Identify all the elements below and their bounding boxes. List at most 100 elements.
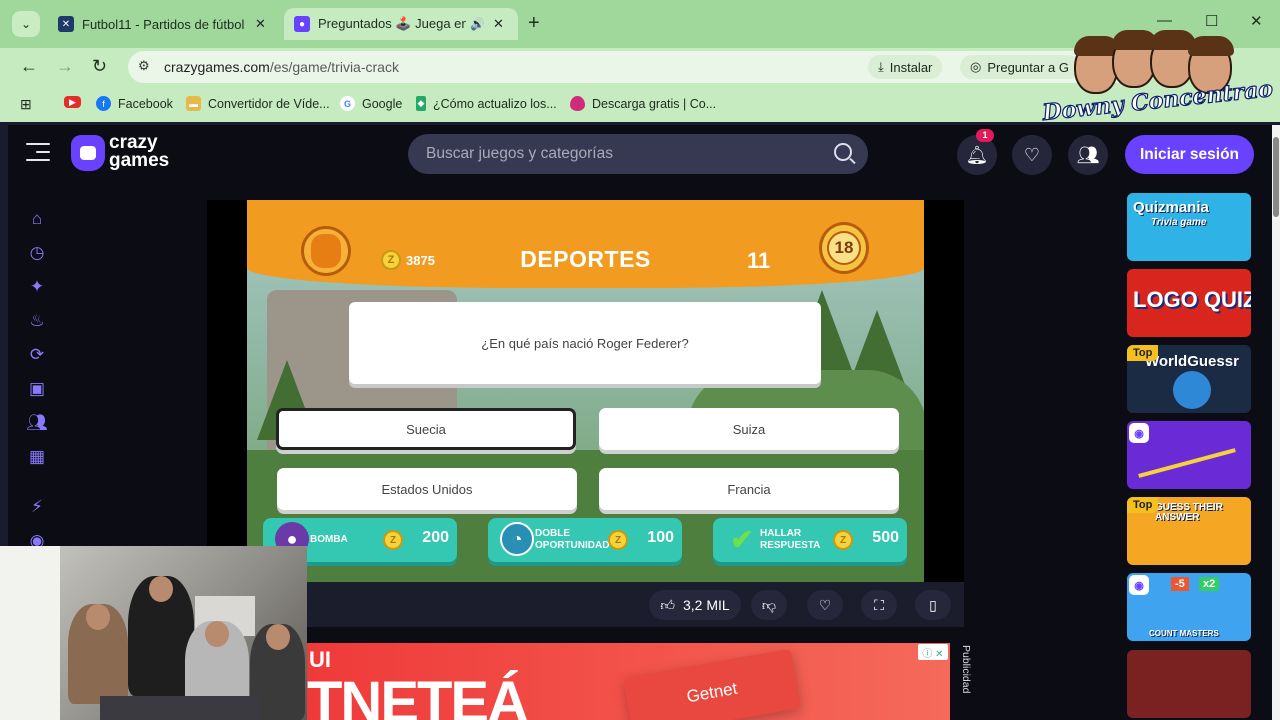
tab-search-button[interactable]: ⌄ (12, 11, 40, 37)
question-card: ¿En qué país nació Roger Federer? (349, 302, 821, 384)
refresh-icon[interactable]: ⟳ (27, 345, 47, 365)
bell-icon: 🔔︎ (965, 144, 989, 165)
close-tab-icon[interactable]: ✕ (493, 16, 504, 32)
bookmark-label: ¿Cómo actualizo los... (433, 96, 557, 111)
powerup-label: BOMBA (310, 534, 348, 545)
game-thumb-title: WorldGuessr (1145, 353, 1239, 370)
bookmark-youtube[interactable]: ▶ (64, 96, 81, 108)
game-thumb-logo-quiz[interactable]: LOGO QUIZ (1127, 269, 1251, 337)
favorites-button[interactable]: ♡ (1012, 135, 1052, 175)
check-icon: ✔ (730, 523, 754, 555)
forward-icon[interactable]: → (56, 56, 74, 77)
search-icon[interactable] (834, 143, 852, 161)
powerup-label: HALLAR RESPUESTA (760, 528, 821, 551)
dislike-button[interactable]: 👎︎ (751, 590, 787, 620)
ad-choices-icon[interactable]: ⓘ ✕ (918, 644, 948, 660)
bookmark-facebook[interactable]: f Facebook (96, 96, 173, 111)
answer-option-4[interactable]: Francia (599, 468, 899, 510)
users-icon[interactable]: 👥︎ (26, 413, 48, 433)
search-input[interactable]: Buscar juegos y categorías (408, 134, 868, 174)
answer-label: Suiza (732, 421, 766, 437)
bookmark-google[interactable]: G Google (340, 96, 402, 111)
webcam-desk (100, 696, 260, 720)
game-thumb-quizmania[interactable]: Quizmania Trivia game (1127, 193, 1251, 261)
ad-product-image: Getnet (623, 648, 801, 720)
bookmark-converter[interactable]: ▬ Convertidor de Víde... (186, 96, 330, 111)
site-info-icon[interactable]: ⚙ (138, 58, 150, 74)
page-scrollbar[interactable] (1272, 125, 1280, 720)
update-icon: ◆ (416, 96, 426, 111)
wave-line (1138, 448, 1236, 478)
clock-icon[interactable]: ◷ (27, 243, 47, 263)
game-thumb-worldguessr[interactable]: WorldGuessr Top (1127, 345, 1251, 413)
notifications-button[interactable]: 🔔︎ (957, 135, 997, 175)
category-title: DEPORTES (520, 246, 651, 272)
bolt-icon[interactable]: ⚡︎ (27, 497, 47, 517)
scrollbar-thumb[interactable] (1273, 137, 1279, 217)
address-bar[interactable]: ⚙ crazygames.com/es/game/trivia-crack ⤓ I… (128, 51, 1133, 83)
google-icon: G (340, 96, 355, 111)
ad-banner[interactable]: UI TNETEÁ Getnet (307, 643, 950, 720)
ad-label: Publicidad (960, 645, 972, 694)
minimize-icon[interactable]: — (1157, 12, 1172, 29)
phone-icon: ▯ (929, 596, 937, 613)
like-button[interactable]: 👍︎ 3,2 MIL (649, 590, 741, 620)
powerup-double-chance-button[interactable]: ◔ DOBLE OPORTUNIDAD Z 100 (488, 518, 682, 562)
download-site-icon (570, 96, 585, 111)
game-thumb-count-masters[interactable]: ◉ -5 x2 COUNT MASTERS (1127, 573, 1251, 641)
favorite-button[interactable]: ♡ (807, 590, 843, 620)
trivia-game-canvas[interactable]: Z 3875 DEPORTES 11 18 ¿En qué país nació… (247, 200, 924, 582)
bookmark-update[interactable]: ◆ ¿Cómo actualizo los... (416, 96, 557, 111)
maximize-icon[interactable]: ☐ (1205, 12, 1218, 30)
login-button[interactable]: Iniciar sesión (1125, 135, 1254, 174)
apps-grid-icon[interactable]: ⊞ (20, 96, 32, 113)
url-domain: crazygames.com (164, 59, 270, 75)
top-badge: Top (1127, 497, 1159, 513)
coin-icon: Z (381, 250, 401, 270)
thumbs-up-icon: 👍︎ (660, 596, 675, 613)
bookmark-download[interactable]: Descarga gratis | Co... (570, 96, 716, 111)
crazygames-logo-icon[interactable] (71, 135, 105, 171)
game-thumb-wave[interactable]: ◉ (1127, 421, 1251, 489)
install-app-button[interactable]: ⤓ Instalar (868, 55, 943, 79)
powerup-cost: 500 (872, 529, 899, 546)
youtube-icon: ▶ (64, 96, 81, 108)
fullscreen-button[interactable]: ⛶ (861, 590, 897, 620)
puzzle-icon[interactable]: ▦ (27, 447, 47, 467)
home-icon[interactable]: ⌂ (27, 209, 47, 229)
game-thumb-moto[interactable] (1127, 650, 1251, 718)
back-icon[interactable]: ← (20, 56, 38, 77)
close-tab-icon[interactable]: ✕ (255, 16, 266, 32)
reload-icon[interactable]: ↻ (92, 56, 107, 77)
bookmark-label: Descarga gratis | Co... (592, 96, 717, 111)
menu-icon[interactable] (26, 143, 50, 165)
users-icon: 👥︎ (1076, 144, 1100, 165)
tab-futbol11[interactable]: ✕ Futbol11 - Partidos de fútbol de ✕ (48, 8, 280, 40)
game-thumb-guess-their-answer[interactable]: GUESS THEIR ANSWER Top (1127, 497, 1251, 565)
close-window-icon[interactable]: ✕ (1250, 12, 1263, 30)
new-tab-button[interactable]: + (528, 12, 540, 35)
timer-value: 18 (827, 231, 861, 265)
crazygames-logo-text[interactable]: crazy games (109, 133, 169, 170)
friends-button[interactable]: 👥︎ (1068, 135, 1108, 175)
sparkle-icon[interactable]: ✦ (27, 277, 47, 297)
answer-option-1[interactable]: Suecia (276, 408, 576, 450)
twitch-icon[interactable]: ▣ (27, 379, 47, 399)
mobile-button[interactable]: ▯ (915, 590, 951, 620)
powerup-find-answer-button[interactable]: ✔ HALLAR RESPUESTA Z 500 (713, 518, 907, 562)
audio-playing-icon[interactable]: 🔊 (470, 17, 485, 31)
answer-option-2[interactable]: Suiza (599, 408, 899, 450)
ad-headline: TNETEÁ (307, 670, 529, 720)
minus-gate: -5 (1171, 577, 1189, 591)
top-badge: Top (1127, 345, 1159, 361)
crazygames-badge-icon: ◉ (1129, 423, 1149, 443)
coin-icon: Z (833, 530, 853, 550)
player-avatar-icon[interactable] (301, 226, 351, 276)
answer-option-3[interactable]: Estados Unidos (277, 468, 577, 510)
answer-label: Francia (727, 481, 771, 497)
url-text[interactable]: crazygames.com/es/game/trivia-crack (164, 59, 399, 75)
tab-preguntados[interactable]: ● Preguntados 🕹️ Juega en C 🔊 ✕ (284, 8, 518, 40)
flame-icon[interactable]: ♨ (27, 311, 47, 331)
globe-icon (1173, 371, 1211, 409)
lens-icon: ◎ (970, 59, 982, 74)
